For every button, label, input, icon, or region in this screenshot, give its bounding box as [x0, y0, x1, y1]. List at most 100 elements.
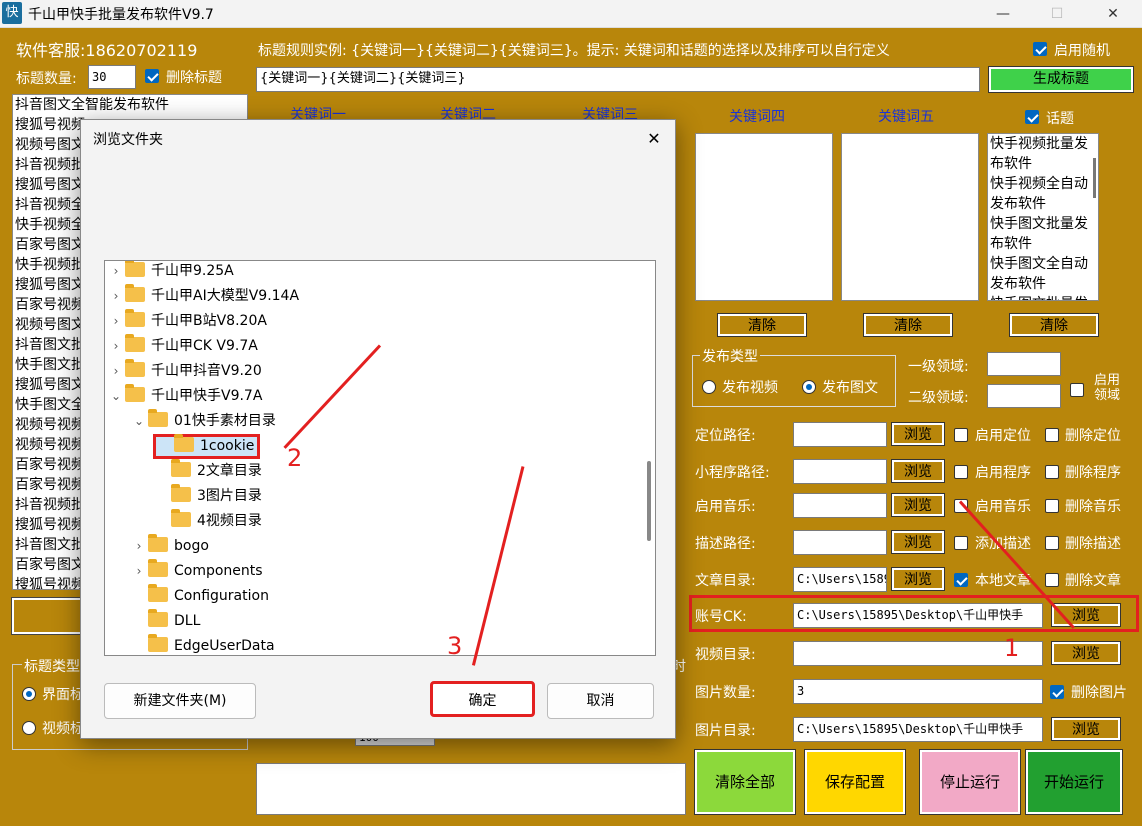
delete-article-checkbox[interactable]	[1045, 573, 1059, 591]
delete-music-checkbox[interactable]	[1045, 499, 1059, 517]
enable-domain-label: 启用领域	[1093, 373, 1120, 403]
topic-list-item[interactable]: 快手图文全自动	[988, 254, 1098, 274]
delete-location-checkbox[interactable]	[1045, 428, 1059, 446]
title-list-item[interactable]: 抖音图文全智能发布软件	[13, 95, 247, 115]
video-dir-browse-button[interactable]: 浏览	[1051, 641, 1121, 665]
minimize-button[interactable]: —	[980, 0, 1026, 28]
level1-input[interactable]	[987, 352, 1061, 376]
enable-location-checkbox[interactable]	[954, 428, 968, 446]
cancel-button[interactable]: 取消	[547, 683, 654, 719]
delete-title-checkbox[interactable]	[145, 69, 159, 87]
rule-input[interactable]: {关键词一}{关键词二}{关键词三}	[256, 67, 980, 92]
local-article-checkbox[interactable]	[954, 573, 968, 591]
title-type-radio-1[interactable]	[22, 687, 36, 705]
generate-title-button[interactable]: 生成标题	[988, 66, 1134, 93]
enable-random-checkbox[interactable]	[1033, 42, 1047, 60]
clear-topic-button[interactable]: 清除	[1009, 313, 1099, 337]
topic-list-item[interactable]: 快手图文批量发	[988, 294, 1098, 300]
chevron-icon[interactable]: ›	[130, 534, 148, 559]
clear-keyword-5-button[interactable]: 清除	[863, 313, 953, 337]
window-title: 千山甲快手批量发布软件V9.7	[28, 7, 214, 23]
tree-node[interactable]: ⌄ 千山甲快手V9.7A	[107, 384, 262, 409]
delete-program-checkbox[interactable]	[1045, 465, 1059, 483]
keyword-5-list[interactable]	[841, 133, 979, 301]
program-browse-button[interactable]: 浏览	[891, 459, 945, 483]
keyword-4-list[interactable]	[695, 133, 833, 301]
location-input[interactable]	[793, 422, 887, 447]
chevron-icon[interactable]: ›	[130, 559, 148, 584]
article-input[interactable]: C:\Users\15895\	[793, 567, 887, 592]
clear-keyword-4-button[interactable]: 清除	[717, 313, 807, 337]
title-count-label: 标题数量:	[16, 71, 77, 87]
tree-node[interactable]: 3图片目录	[153, 484, 262, 509]
tree-node[interactable]: › Components	[130, 559, 263, 584]
chevron-icon[interactable]: ›	[107, 261, 125, 284]
delete-location-label: 删除定位	[1065, 428, 1121, 444]
music-label: 启用音乐:	[695, 499, 756, 515]
music-browse-button[interactable]: 浏览	[891, 493, 945, 517]
title-count-input[interactable]: 30	[88, 65, 136, 89]
folder-icon	[148, 584, 168, 602]
topic-list-item[interactable]: 快手视频全自动	[988, 174, 1098, 194]
chevron-icon[interactable]: ⌄	[130, 409, 148, 434]
chevron-icon[interactable]: ›	[107, 359, 125, 384]
clear-all-button[interactable]: 清除全部	[694, 749, 796, 815]
publish-video-radio[interactable]	[702, 380, 716, 398]
topic-list[interactable]: 快手视频批量发 布软件 快手视频全自动 发布软件 快手图文批量发 布软件 快手图文全自动 发布…	[987, 133, 1099, 301]
level2-input[interactable]	[987, 384, 1061, 408]
chevron-icon[interactable]: ›	[107, 334, 125, 359]
start-button[interactable]: 开始运行	[1025, 749, 1123, 815]
tree-node[interactable]: ⌄ 01快手素材目录	[130, 409, 276, 434]
tree-node[interactable]: › 千山甲抖音V9.20	[107, 359, 262, 384]
tree-node[interactable]: › 千山甲CK V9.7A	[107, 334, 258, 359]
delete-desc-checkbox[interactable]	[1045, 536, 1059, 554]
new-folder-button[interactable]: 新建文件夹(M)	[104, 683, 256, 719]
topic-list-item[interactable]: 发布软件	[988, 194, 1098, 214]
topic-list-item[interactable]: 快手图文批量发	[988, 214, 1098, 234]
enable-domain-checkbox[interactable]	[1070, 383, 1084, 401]
stop-button[interactable]: 停止运行	[919, 749, 1021, 815]
tree-node-label: bogo	[174, 538, 209, 554]
publish-image-radio[interactable]	[802, 380, 816, 398]
tree-scrollbar[interactable]	[647, 461, 651, 541]
desc-browse-button[interactable]: 浏览	[891, 530, 945, 554]
tree-node[interactable]: › bogo	[130, 534, 209, 559]
topic-scrollbar[interactable]	[1093, 158, 1096, 198]
topic-list-item[interactable]: 布软件	[988, 154, 1098, 174]
topic-list-item[interactable]: 布软件	[988, 234, 1098, 254]
location-browse-button[interactable]: 浏览	[891, 422, 945, 446]
title-type-radio-2[interactable]	[22, 721, 36, 739]
tree-node-selected[interactable]: 1cookie	[153, 434, 261, 459]
desc-input[interactable]	[793, 530, 887, 555]
close-button[interactable]: ✕	[1090, 0, 1136, 28]
topic-list-item[interactable]: 快手视频批量发	[988, 134, 1098, 154]
chevron-icon[interactable]: ›	[107, 284, 125, 309]
topic-checkbox[interactable]	[1025, 110, 1039, 128]
topic-list-item[interactable]: 发布软件	[988, 274, 1098, 294]
image-count-input[interactable]: 3	[793, 679, 1043, 704]
tree-node[interactable]: EdgeUserData	[130, 634, 275, 655]
save-config-button[interactable]: 保存配置	[804, 749, 906, 815]
program-input[interactable]	[793, 459, 887, 484]
add-desc-checkbox[interactable]	[954, 536, 968, 554]
delete-image-checkbox[interactable]	[1050, 685, 1064, 703]
tree-node[interactable]: › 千山甲9.25A	[107, 261, 234, 284]
tree-node[interactable]: 2文章目录	[153, 459, 262, 484]
chevron-icon[interactable]: ›	[107, 309, 125, 334]
folder-tree[interactable]: › 千山甲9.25A › 千山甲AI大模型V9.14A › 千山甲B站V8.20A › 千山甲…	[104, 260, 656, 656]
tree-node[interactable]: Configuration	[130, 584, 269, 609]
music-input[interactable]	[793, 493, 887, 518]
tree-node[interactable]: › 千山甲AI大模型V9.14A	[107, 284, 299, 309]
dialog-close-button[interactable]: ✕	[637, 124, 671, 154]
image-dir-input[interactable]: C:\Users\15895\Desktop\千山甲快手	[793, 717, 1043, 742]
log-textbox[interactable]	[256, 763, 686, 815]
maximize-button[interactable]: ☐	[1034, 0, 1080, 28]
tree-node[interactable]: DLL	[130, 609, 200, 634]
article-browse-button[interactable]: 浏览	[891, 567, 945, 591]
chevron-icon[interactable]: ⌄	[107, 384, 125, 409]
enable-program-checkbox[interactable]	[954, 465, 968, 483]
tree-node[interactable]: › 千山甲B站V8.20A	[107, 309, 267, 334]
image-dir-browse-button[interactable]: 浏览	[1051, 717, 1121, 741]
tree-node[interactable]: 4视频目录	[153, 509, 262, 534]
ok-button[interactable]: 确定	[430, 681, 535, 717]
